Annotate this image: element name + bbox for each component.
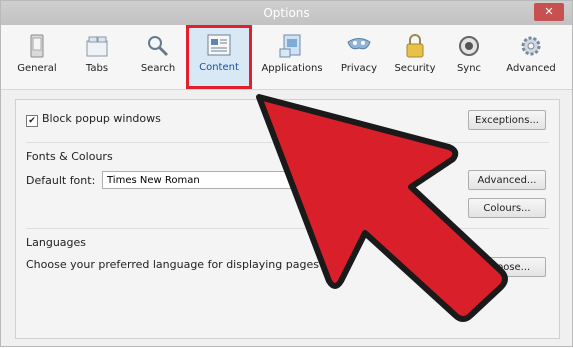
tab-advanced[interactable]: Advanced <box>501 29 561 85</box>
tab-content[interactable]: Content <box>186 25 252 89</box>
fonts-heading: Fonts & Colours <box>26 150 113 163</box>
content-icon <box>205 32 233 58</box>
advanced-fonts-button[interactable]: Advanced... <box>468 170 546 190</box>
tab-applications-label: Applications <box>261 63 323 74</box>
tab-privacy-label: Privacy <box>340 63 378 74</box>
default-font-select[interactable]: Times New Roman <box>102 171 322 189</box>
languages-heading: Languages <box>26 236 87 249</box>
tab-sync-label: Sync <box>456 63 482 74</box>
privacy-icon <box>345 33 373 59</box>
tab-general-label: General <box>17 63 57 74</box>
tab-advanced-label: Advanced <box>506 63 556 74</box>
tab-general[interactable]: General <box>13 29 61 85</box>
window-title: Options <box>263 6 310 20</box>
sync-icon <box>455 33 483 59</box>
languages-description: Choose your preferred language for displ… <box>26 258 319 271</box>
block-popup-checkbox[interactable]: ✔ <box>26 115 38 127</box>
divider <box>26 142 549 143</box>
options-window: Options ✕ General Tabs Search Content Ap… <box>0 0 573 347</box>
search-icon <box>144 33 172 59</box>
close-button[interactable]: ✕ <box>534 3 564 21</box>
tab-search[interactable]: Search <box>135 29 181 85</box>
content-panel: ✔ Block popup windows Exceptions... Fonts… <box>15 99 560 339</box>
choose-language-button[interactable]: Choose... <box>468 257 546 277</box>
colours-button[interactable]: Colours... <box>468 198 546 218</box>
tab-search-label: Search <box>140 63 176 74</box>
tabs-icon <box>83 33 111 59</box>
tab-applications[interactable]: Applications <box>257 29 327 85</box>
tab-security[interactable]: Security <box>391 29 439 85</box>
title-bar: Options ✕ <box>1 1 572 25</box>
advanced-icon <box>517 33 545 59</box>
tab-tabs[interactable]: Tabs <box>75 29 119 85</box>
tab-sync[interactable]: Sync <box>449 29 489 85</box>
default-font-label: Default font: <box>26 174 96 187</box>
block-popup-label: Block popup windows <box>42 112 161 125</box>
options-toolbar: General Tabs Search Content Applications… <box>1 25 572 90</box>
tab-tabs-label: Tabs <box>85 63 109 74</box>
block-popup-row[interactable]: ✔ Block popup windows <box>26 112 161 127</box>
exceptions-button[interactable]: Exceptions... <box>468 110 546 130</box>
tab-content-label: Content <box>199 62 239 73</box>
general-icon <box>23 33 51 59</box>
divider <box>26 228 549 229</box>
applications-icon <box>278 33 306 59</box>
tab-privacy[interactable]: Privacy <box>337 29 381 85</box>
security-icon <box>401 33 429 59</box>
tab-security-label: Security <box>394 63 436 74</box>
